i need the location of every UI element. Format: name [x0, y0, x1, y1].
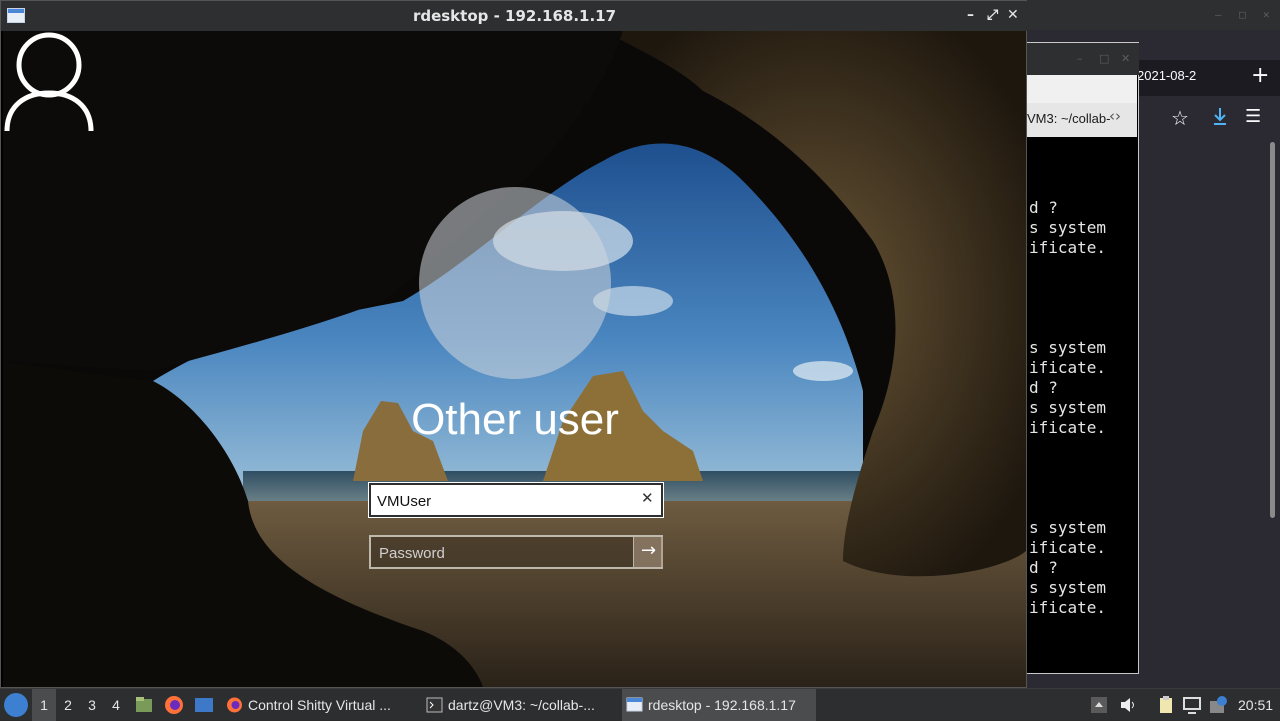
clock: 20:51: [1238, 697, 1274, 713]
update-notifier-icon[interactable]: [1208, 695, 1228, 715]
workspace-3[interactable]: 3: [80, 689, 104, 721]
taskbar-task-rdesktop[interactable]: rdesktop - 192.168.1.17: [622, 689, 816, 721]
avatar: [419, 187, 611, 379]
volume-icon[interactable]: [1118, 695, 1138, 715]
bookmark-star-icon[interactable]: ☆: [1171, 106, 1189, 130]
terminal-icon: [426, 697, 443, 713]
terminal-window[interactable]: – □ ✕ VM3: ~/collab- ‹› d ? s system ifica…: [1027, 42, 1139, 674]
terminal-tab[interactable]: VM3: ~/collab-: [1027, 111, 1111, 126]
start-menu-icon[interactable]: [4, 693, 28, 717]
window-icon: [626, 697, 643, 712]
rdesktop-titlebar: rdesktop - 192.168.1.17 – ⤢ ✕: [1, 1, 1028, 31]
taskbar-task-firefox[interactable]: Control Shitty Virtual ...: [222, 689, 418, 721]
terminal-close-button[interactable]: ✕: [1121, 52, 1130, 65]
firefox-icon: [227, 697, 242, 713]
desktop-icon[interactable]: [194, 695, 214, 715]
download-icon[interactable]: [1212, 107, 1228, 127]
terminal-minimize-button[interactable]: –: [1077, 52, 1083, 65]
workspace-4[interactable]: 4: [104, 689, 128, 721]
clear-icon[interactable]: ✕: [641, 489, 654, 507]
terminal-line: s system: [1029, 578, 1107, 597]
terminal-line: ificate.: [1029, 238, 1107, 257]
tray-arrow-icon[interactable]: [1090, 695, 1108, 715]
password-field[interactable]: →: [369, 535, 663, 569]
browser-tab[interactable]: 2021-08-2: [1137, 68, 1196, 83]
terminal-tabstrip: VM3: ~/collab- ‹›: [1027, 103, 1137, 137]
taskbar: 1 2 3 4 Control Shitty Virtual ... dartz…: [0, 688, 1280, 721]
terminal-titlebar: – □ ✕: [1027, 43, 1139, 75]
workspace-1[interactable]: 1: [32, 689, 56, 721]
terminal-line: s system: [1029, 518, 1107, 537]
user-icon: [4, 32, 94, 132]
file-manager-icon[interactable]: [134, 695, 154, 715]
terminal-line: d ?: [1029, 198, 1058, 217]
minimize-button[interactable]: –: [967, 7, 974, 23]
network-icon[interactable]: [1182, 695, 1202, 715]
lock-screen: Other user ✕ →: [3, 31, 1026, 687]
terminal-line: ificate.: [1029, 538, 1107, 557]
terminal-tab-area: [1027, 75, 1137, 103]
terminal-line: ificate.: [1029, 598, 1107, 617]
lock-screen-user-name: Other user: [411, 395, 619, 444]
terminal-output: d ? s system ificate. s system ificate. d ? s…: [1029, 198, 1137, 618]
maximize-button[interactable]: ⤢: [987, 7, 998, 23]
terminal-line: ificate.: [1029, 418, 1107, 437]
tab-scroll-arrows-icon[interactable]: ‹›: [1109, 107, 1121, 125]
submit-arrow-button[interactable]: →: [633, 537, 663, 567]
minimize-button[interactable]: –: [1215, 8, 1222, 21]
username-field[interactable]: ✕: [368, 482, 664, 518]
terminal-line: s system: [1029, 218, 1107, 237]
terminal-line: d ?: [1029, 378, 1058, 397]
task-label: rdesktop - 192.168.1.17: [648, 697, 796, 713]
clipboard-icon[interactable]: [1156, 695, 1176, 715]
rdesktop-window[interactable]: rdesktop - 192.168.1.17 – ⤢ ✕ Other user…: [0, 0, 1028, 688]
browser-titlebar: – □ ✕: [1027, 0, 1280, 30]
close-button[interactable]: ✕: [1263, 8, 1270, 21]
taskbar-task-terminal[interactable]: dartz@VM3: ~/collab-...: [422, 689, 618, 721]
scrollbar[interactable]: [1270, 142, 1275, 518]
terminal-line: ificate.: [1029, 358, 1107, 377]
workspace-2[interactable]: 2: [56, 689, 80, 721]
username-input[interactable]: [377, 489, 633, 513]
window-title: rdesktop - 192.168.1.17: [412, 7, 617, 25]
password-input[interactable]: [379, 541, 629, 565]
new-tab-button[interactable]: +: [1251, 63, 1269, 88]
close-button[interactable]: ✕: [1007, 7, 1019, 23]
terminal-line: d ?: [1029, 558, 1058, 577]
hamburger-menu-icon[interactable]: ☰: [1245, 106, 1261, 127]
terminal-line: s system: [1029, 398, 1107, 417]
maximize-button[interactable]: □: [1239, 8, 1246, 21]
terminal-maximize-button[interactable]: □: [1099, 52, 1109, 65]
task-label: dartz@VM3: ~/collab-...: [448, 697, 595, 713]
task-label: Control Shitty Virtual ...: [248, 697, 391, 713]
firefox-icon[interactable]: [164, 695, 184, 715]
browser-toolbar: ☆ ☰: [1137, 100, 1280, 138]
terminal-line: s system: [1029, 338, 1107, 357]
